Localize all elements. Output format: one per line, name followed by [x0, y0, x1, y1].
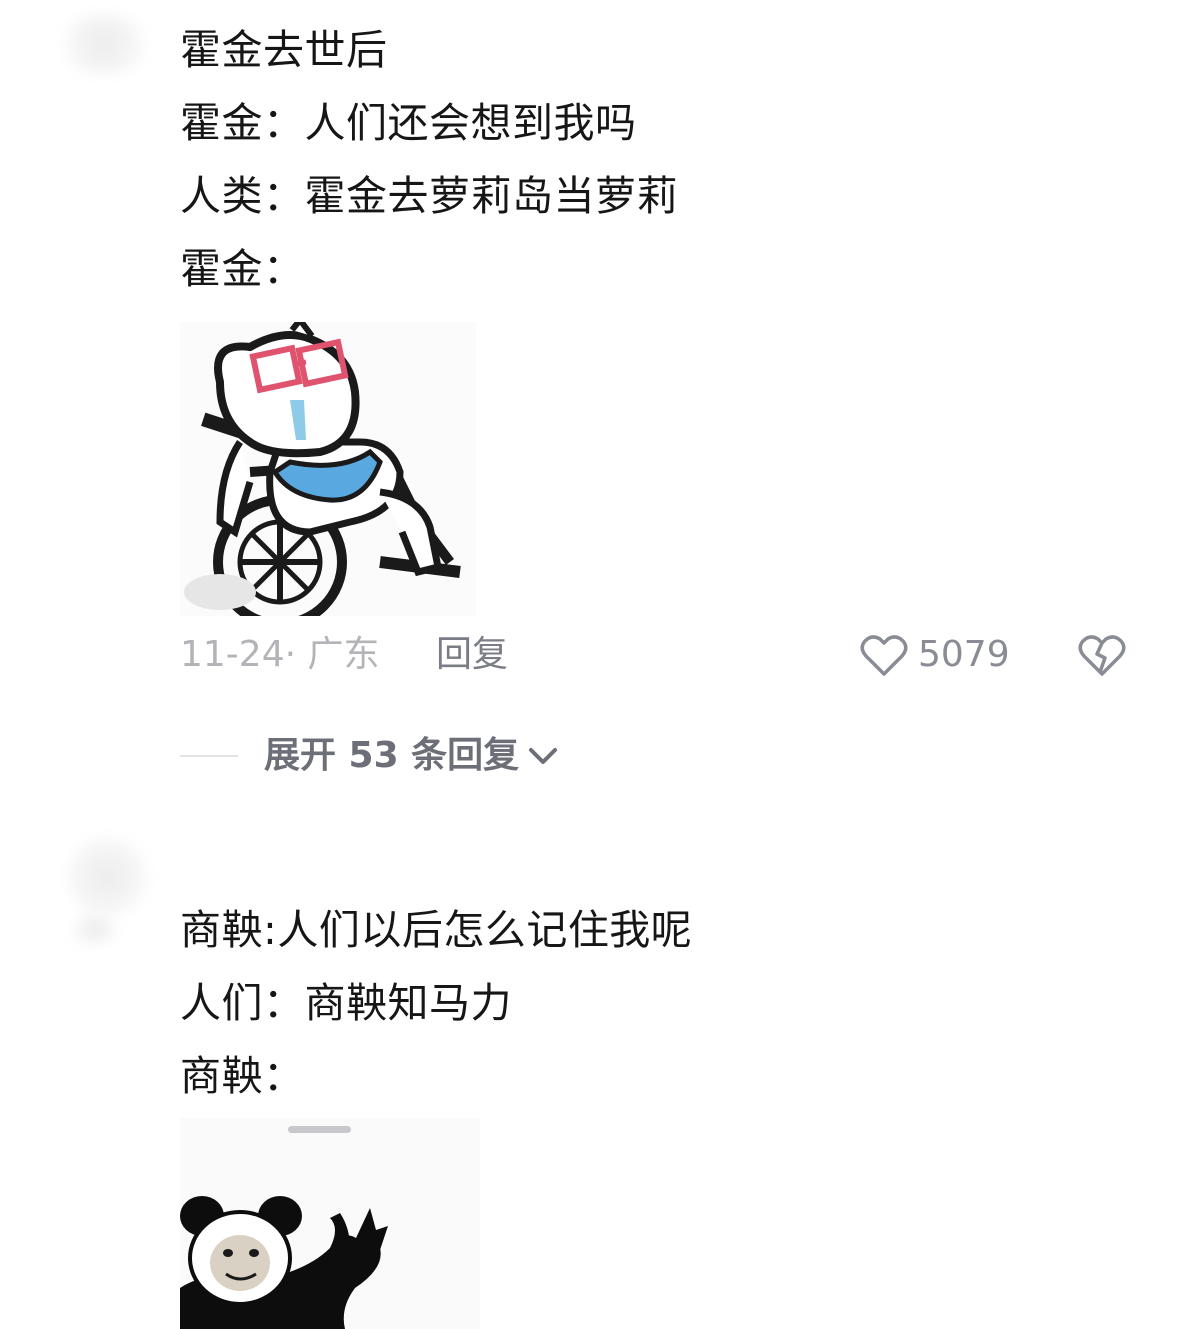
panda-meme-sticker[interactable] — [180, 1118, 480, 1329]
dislike-button[interactable] — [1078, 632, 1126, 682]
expand-replies-row[interactable]: 展开 53 条回复 — [180, 731, 561, 781]
like-count: 5079 — [918, 634, 1010, 675]
wheelchair-cat-sticker[interactable] — [180, 322, 476, 616]
comment-text-line: 人类：霍金去萝莉岛当萝莉 — [180, 172, 678, 220]
chevron-down-icon — [529, 748, 558, 764]
comment-meta-row: 11-24· 广东 回复 5079 — [180, 630, 1140, 680]
wheelchair-cat-image — [180, 322, 476, 616]
date-location-label: 11-24· 广东 — [180, 634, 380, 675]
comment-text-line: 霍金： — [180, 245, 305, 293]
avatar-shadow — [70, 914, 120, 944]
heart-outline-icon — [860, 635, 908, 676]
comment-item: 商鞅:人们以后怎么记住我呢 人们：商鞅知马力 商鞅： — [0, 800, 1179, 1329]
like-button[interactable]: 5079 — [860, 630, 1010, 680]
avatar[interactable] — [58, 14, 150, 74]
divider — [180, 755, 238, 757]
avatar[interactable] — [66, 836, 148, 918]
comment-text-line: 商鞅： — [180, 1052, 305, 1100]
comment-text-line: 人们：商鞅知马力 — [180, 979, 512, 1027]
comment-text-line: 霍金：人们还会想到我吗 — [180, 99, 637, 147]
drag-handle[interactable] — [288, 1126, 351, 1133]
comment-item: 霍金去世后 霍金：人们还会想到我吗 人类：霍金去萝莉岛当萝莉 霍金： 11-24… — [0, 0, 1179, 800]
reply-button[interactable]: 回复 — [436, 630, 508, 680]
expand-replies-button[interactable]: 展开 53 条回复 — [264, 731, 519, 781]
panda-meme-image — [180, 1118, 480, 1329]
broken-heart-icon — [1078, 635, 1126, 676]
comment-text-line: 霍金去世后 — [180, 26, 388, 74]
comment-text-line: 商鞅:人们以后怎么记住我呢 — [180, 906, 693, 954]
